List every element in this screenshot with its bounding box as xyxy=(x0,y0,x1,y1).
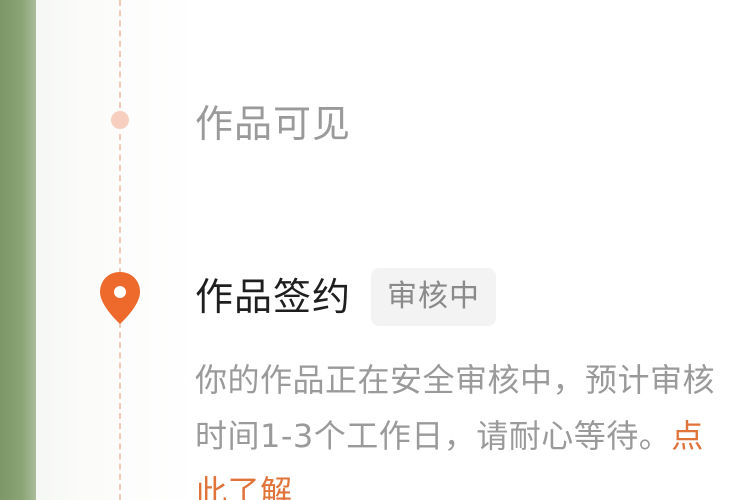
description-text: 你的作品正在安全审核中，预计审核时间1-3个工作日，请耐心等待。 xyxy=(195,361,716,455)
review-progress-screen: 作品可见 作品签约 审核中 你的作品正在安全审核中，预计审核时间1-3个工作日，… xyxy=(0,0,750,500)
background-edge-strip xyxy=(0,0,36,500)
step-title-signing: 作品签约 xyxy=(195,275,352,319)
step-title-visible: 作品可见 xyxy=(195,102,352,146)
timeline-connector xyxy=(119,322,121,500)
step-description: 你的作品正在安全审核中，预计审核时间1-3个工作日，请耐心等待。点此了解 xyxy=(195,352,715,500)
status-badge: 审核中 xyxy=(371,268,497,326)
timeline-dot-icon xyxy=(111,111,129,129)
step-row-signing: 作品签约 审核中 xyxy=(195,266,497,328)
timeline-connector xyxy=(119,0,121,108)
location-pin-icon xyxy=(100,272,140,324)
timeline-connector xyxy=(119,134,121,274)
